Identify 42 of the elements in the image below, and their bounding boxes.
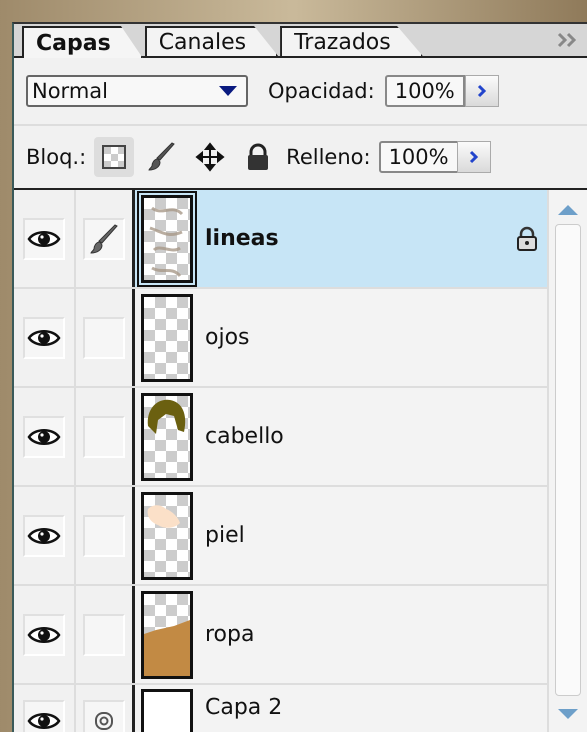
blend-mode-dropdown[interactable]: Normal — [26, 75, 248, 107]
caret-icon — [218, 85, 238, 97]
layer-name: ropa — [205, 622, 254, 647]
opacity-field[interactable]: 100% — [384, 75, 465, 107]
chevron-icon — [468, 150, 479, 164]
visibility-toggle[interactable] — [23, 700, 65, 732]
link-toggle[interactable] — [83, 218, 125, 260]
layer-name: piel — [205, 523, 245, 548]
layer-name: Capa 2 — [205, 695, 282, 720]
link-toggle[interactable] — [83, 514, 125, 556]
link-toggle[interactable] — [83, 700, 125, 732]
visibility-toggle[interactable] — [23, 218, 65, 260]
opacity-slider-button[interactable] — [464, 75, 499, 107]
scroll-down-icon[interactable] — [557, 708, 579, 720]
layer-row[interactable]: lineas — [135, 190, 547, 287]
layer-name: lineas — [205, 226, 279, 251]
fill-field[interactable]: 100% — [378, 141, 459, 173]
chevron-icon — [476, 84, 487, 98]
lock-label: Bloq.: — [26, 145, 86, 169]
move-icon — [195, 142, 226, 172]
scroll-up-icon[interactable] — [557, 204, 579, 216]
checkerboard-icon — [101, 144, 128, 170]
panel-tab[interactable]: Trazados — [280, 26, 423, 56]
visibility-toggle[interactable] — [23, 514, 65, 556]
panel-tab[interactable]: Canales — [144, 26, 278, 56]
lock-transparency-button[interactable] — [94, 137, 134, 177]
brush-icon — [89, 224, 119, 254]
link-toggle[interactable] — [83, 416, 125, 458]
brush-icon — [148, 142, 176, 172]
link-toggle[interactable] — [83, 316, 125, 358]
opacity-label: Opacidad: — [268, 79, 375, 103]
visibility-toggle[interactable] — [23, 316, 65, 358]
fill-slider-button[interactable] — [456, 141, 491, 173]
link-toggle[interactable] — [83, 614, 125, 656]
mask-icon — [94, 711, 114, 731]
layer-name: ojos — [205, 325, 250, 350]
eye-icon — [27, 710, 61, 732]
fill-label: Relleno: — [286, 145, 371, 169]
visibility-toggle[interactable] — [23, 614, 65, 656]
layer-name: cabello — [205, 424, 284, 449]
panel-tab[interactable]: Capas — [22, 26, 143, 58]
visibility-toggle[interactable] — [23, 416, 65, 458]
